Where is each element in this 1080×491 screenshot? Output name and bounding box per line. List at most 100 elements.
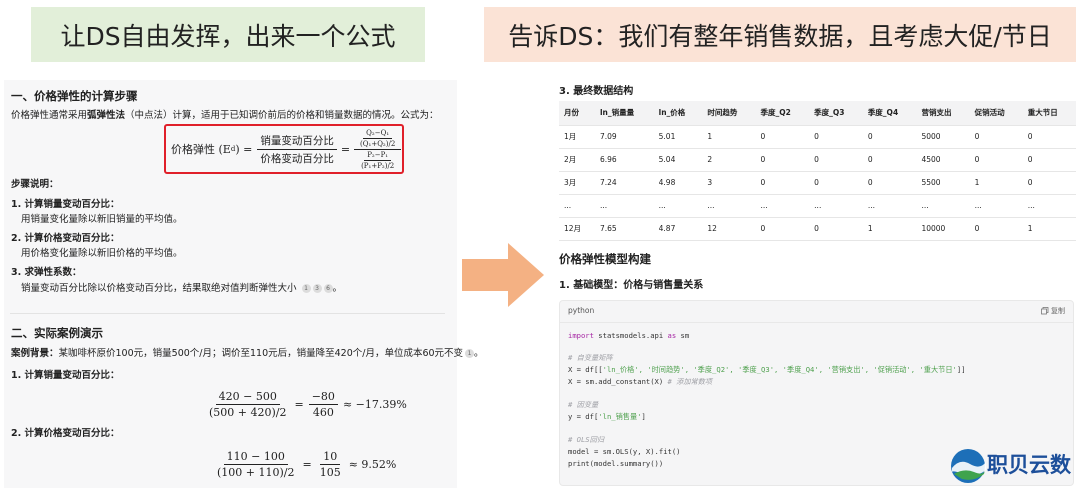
step3-desc-text: 销量变动百分比除以价格变动百分比，结果取绝对值判断弹性大小 [21, 283, 297, 294]
table-cell: 0 [1022, 125, 1076, 149]
table-header: 月份 [559, 101, 595, 126]
table-cell: 7.65 [594, 217, 654, 241]
intro-bold: 弧弹性法 [87, 110, 126, 121]
table-cell: ... [862, 194, 917, 218]
step1-desc: 用销量变化量除以新旧销量的平均值。 [21, 214, 183, 225]
calc2-expression: 110 − 100 (100 + 110)/2 = 10 105 ≈ 9.52% [214, 446, 396, 482]
table-cell: 3月 [559, 171, 595, 195]
formula-expr-den: P₂−P₁ (P₁+P₂)/2 [355, 150, 400, 170]
table-cell: 2 [702, 148, 756, 172]
table-cell: 0 [862, 171, 917, 195]
table-cell: ... [1022, 194, 1076, 218]
table-header: ln_销量量 [594, 101, 654, 126]
table-cell: 0 [809, 148, 863, 172]
banner-left: 让DS自由发挥，出来一个公式 [31, 7, 425, 62]
citation-badge[interactable]: 1 [301, 284, 311, 293]
code-header: python 复制 [560, 301, 1073, 323]
table-cell: 4.87 [653, 217, 703, 241]
table-header: 促销活动 [969, 101, 1023, 126]
code-line-model: model = sm.OLS(y, X).fit() [568, 447, 681, 456]
formula-den-text: 价格变动百分比 [260, 152, 334, 165]
code-line-import: import statsmodels.api as sm [568, 331, 690, 340]
table-cell: 1月 [559, 125, 595, 149]
table-header: ln_价格 [653, 101, 703, 126]
table-cell: 6.96 [594, 148, 654, 172]
formula-q-bot: (Q₁+Q₂)/2 [360, 139, 396, 148]
calc1-title: 1. 计算销量变动百分比： [11, 370, 120, 381]
table-row: 12月 7.65 4.87 12 0 0 1 10000 0 1 [559, 217, 1076, 241]
table-cell: 12 [702, 217, 756, 241]
table-cell: 0 [862, 148, 917, 172]
table-cell: 1 [862, 217, 917, 241]
table-cell: ... [653, 194, 703, 218]
case-text: 某咖啡杯原价100元，销量500个/月；调价至110元后，销量降至420个/月，… [58, 348, 464, 359]
table-cell: 7.24 [594, 171, 654, 195]
table-cell: 0 [1022, 171, 1076, 195]
calc1-result: ≈ −17.39% [342, 397, 407, 411]
code-line-print: print(model.summary()) [568, 459, 664, 468]
table-cell: ... [916, 194, 970, 218]
table-cell: 7.09 [594, 125, 654, 149]
calc2-result: ≈ 9.52% [348, 457, 397, 471]
table-cell: ... [702, 194, 756, 218]
table-row: 1月 7.09 5.01 1 0 0 0 5000 0 0 [559, 125, 1076, 149]
table-cell: 0 [755, 217, 810, 241]
calc1-fraction-a: 420 − 500 (500 + 420)/2 [206, 390, 290, 419]
section2-title: 二、实际案例演示 [11, 326, 103, 340]
table-cell: 0 [969, 148, 1023, 172]
banner-right: 告诉DS：我们有整年销售数据，且考虑大促/节日 [484, 7, 1076, 62]
citation-badge[interactable]: 1 [465, 349, 475, 358]
formula-p-bot: (P₁+P₂)/2 [361, 161, 395, 170]
arrow-right-icon [462, 243, 544, 307]
formula-expr-num: Q₂−Q₁ (Q₁+Q₂)/2 [354, 129, 402, 150]
table-cell: 1 [1022, 217, 1076, 241]
formula-lhs-end: ) = [235, 142, 253, 156]
logo-text: 职贝云数 [987, 453, 1071, 477]
formula-q-fraction: Q₂−Q₁ (Q₁+Q₂)/2 [357, 129, 398, 148]
code-line-x: X = df[['ln_价格', '时间趋势', '季度_Q2', '季度_Q3… [568, 365, 966, 374]
table-header: 季度_Q3 [809, 101, 863, 126]
citation-badge[interactable]: 6 [323, 284, 333, 293]
formula-p-top: P₂−P₁ [364, 151, 392, 161]
table-cell: 12月 [559, 217, 595, 241]
table-header: 时间趋势 [702, 101, 756, 126]
calc2-title: 2. 计算价格变动百分比： [11, 428, 120, 439]
table-cell: 5500 [916, 171, 970, 195]
copy-icon [1041, 307, 1049, 315]
table-header: 季度_Q2 [755, 101, 810, 126]
table-cell: 0 [862, 125, 917, 149]
calc2-fraction-a: 110 − 100 (100 + 110)/2 [214, 450, 298, 479]
formula-num-text: 销量变动百分比 [257, 133, 337, 150]
citation-badge[interactable]: 3 [312, 284, 322, 293]
table-cell: 1 [702, 125, 756, 149]
section3-title: 3. 最终数据结构 [559, 86, 634, 97]
code-line-y: y = df['ln_销售量'] [568, 412, 646, 421]
table-body: 1月 7.09 5.01 1 0 0 0 5000 0 0 2月 6.96 5.04 2 0 0 0 4500 0 0… [559, 125, 1076, 241]
formula-text-fraction: 销量变动百分比 价格变动百分比 [257, 133, 337, 166]
elasticity-formula: 价格弹性 (E d) = 销量变动百分比 价格变动百分比 = Q₂−Q₁ (Q₁+… [171, 129, 402, 170]
formula-eq: = [340, 142, 351, 156]
table-cell: 0 [809, 125, 863, 149]
step3-title: 3. 求弹性系数： [11, 267, 82, 278]
table-cell: 0 [809, 171, 863, 195]
intro-post: （中点法）计算，适用于已知调价前后的价格和销量数据的情况。公式为： [125, 110, 439, 121]
calc1-num-a: 420 − 500 [215, 390, 280, 405]
table-cell: 4500 [916, 148, 970, 172]
step3-desc: 销量变动百分比除以价格变动百分比，结果取绝对值判断弹性大小 1 3 6。 [21, 283, 343, 294]
table-cell: 0 [969, 125, 1023, 149]
code-line-const: X = sm.add_constant(X) # 添加常数项 [568, 377, 713, 386]
copy-button[interactable]: 复制 [1041, 306, 1065, 316]
step2-title: 2. 计算价格变动百分比： [11, 233, 120, 244]
calc2-num-b: 10 [320, 450, 341, 465]
step1-title: 1. 计算销量变动百分比： [11, 199, 120, 210]
model-title: 价格弹性模型构建 [559, 252, 651, 266]
code-comment: # 因变量 [568, 400, 599, 409]
intro-text: 价格弹性通常采用弧弹性法（中点法）计算，适用于已知调价前后的价格和销量数据的情况… [11, 110, 439, 122]
formula-q-top: Q₂−Q₁ [363, 129, 393, 139]
calc2-num-a: 110 − 100 [223, 450, 288, 465]
formula-expr-fraction: Q₂−Q₁ (Q₁+Q₂)/2 P₂−P₁ (P₁+P₂)/2 [354, 129, 402, 170]
table-cell: 0 [1022, 148, 1076, 172]
table-cell: 4.98 [653, 171, 703, 195]
table-header: 季度_Q4 [862, 101, 917, 126]
basic-model-title: 1. 基础模型：价格与销售量关系 [559, 280, 704, 291]
